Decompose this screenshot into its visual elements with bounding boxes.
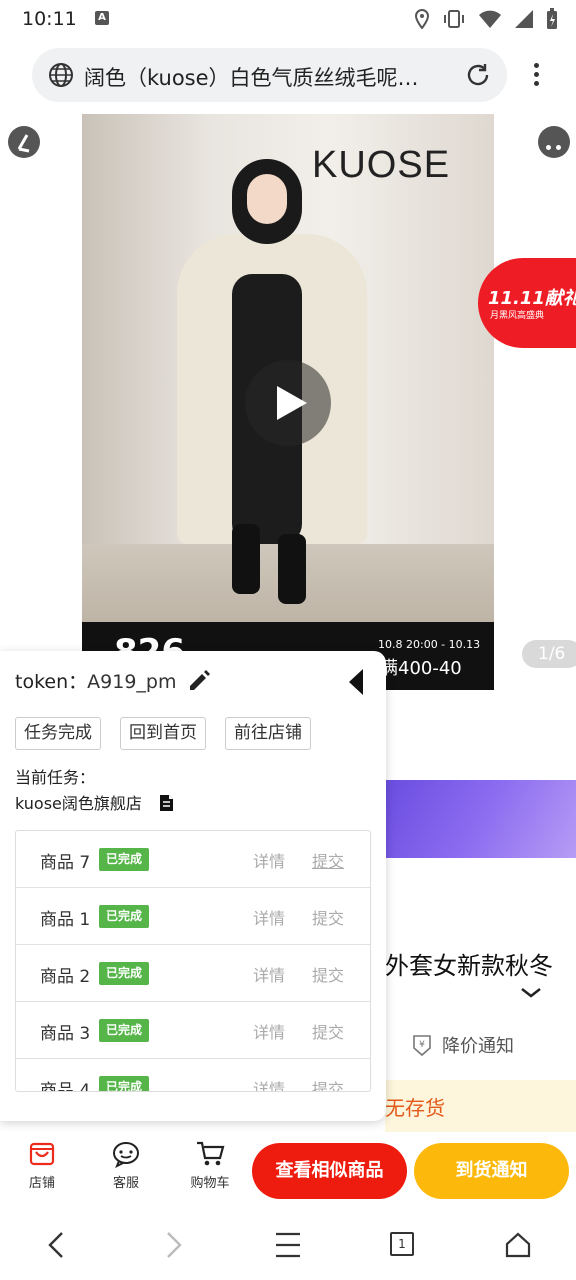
tabs-button[interactable]: 1	[390, 1232, 414, 1256]
product-name: 商品 1	[40, 910, 91, 930]
customer-service-button[interactable]: 客服	[96, 1140, 156, 1191]
battery-icon	[547, 8, 557, 29]
detail-link[interactable]: 详情	[253, 905, 285, 929]
double11-badge[interactable]: 11.11献礼 月黑风高盛典	[478, 258, 576, 348]
address-bar[interactable]: 阔色（kuose）白色气质丝绒毛呢…	[32, 48, 507, 102]
back-icon[interactable]	[44, 1230, 68, 1260]
view-similar-button[interactable]: 查看相似商品	[252, 1143, 407, 1199]
svg-text:¥: ¥	[419, 1040, 425, 1050]
detail-link[interactable]: 详情	[253, 1019, 285, 1043]
submit-link[interactable]: 提交	[312, 1019, 344, 1043]
status-badge: 已完成	[99, 1019, 150, 1042]
copy-icon[interactable]	[157, 792, 177, 812]
menu-icon[interactable]	[274, 1230, 302, 1260]
play-video-button[interactable]	[245, 360, 331, 446]
status-time: 10:11	[22, 8, 77, 30]
globe-icon	[49, 63, 73, 87]
edit-pencil-icon[interactable]	[186, 667, 212, 693]
product-name: 商品 4	[40, 1081, 91, 1092]
task-complete-button[interactable]: 任务完成	[15, 717, 101, 750]
token-label: token：	[15, 671, 88, 693]
home-icon[interactable]	[504, 1230, 532, 1260]
goto-store-button[interactable]: 前往店铺	[225, 717, 311, 750]
browser-nav-bar: 1	[0, 1210, 576, 1280]
price-tag-icon: ¥	[413, 1035, 431, 1057]
status-icons	[414, 8, 558, 30]
signal-icon	[515, 10, 533, 28]
browser-menu-icon[interactable]	[528, 60, 544, 90]
product-name: 商品 7	[40, 853, 91, 873]
current-task-label: 当前任务：	[15, 768, 96, 787]
chevron-down-icon[interactable]	[520, 986, 542, 1000]
vibrate-icon	[444, 10, 464, 28]
product-name: 商品 2	[40, 967, 91, 987]
table-row: 商品 2 已完成 详情 提交	[16, 945, 370, 1002]
collapse-panel-icon[interactable]	[346, 667, 366, 697]
status-badge: 已完成	[99, 905, 150, 928]
task-panel: token：A919_pm 任务完成 回到首页 前往店铺 当前任务： kuose…	[0, 651, 386, 1121]
product-name: 商品 3	[40, 1024, 91, 1044]
status-badge: 已完成	[99, 962, 150, 985]
stock-status: 无存货	[385, 1080, 576, 1132]
submit-link[interactable]: 提交	[312, 905, 344, 929]
table-row: 商品 1 已完成 详情 提交	[16, 888, 370, 945]
status-badge: 已完成	[99, 1076, 150, 1091]
submit-link[interactable]: 提交	[312, 848, 344, 872]
token-value: A919_pm	[87, 671, 177, 693]
chat-face-icon	[113, 1142, 139, 1168]
submit-link[interactable]: 提交	[312, 962, 344, 986]
store-icon	[29, 1142, 55, 1166]
image-pager: 1/6	[522, 640, 576, 668]
product-title: 外套女新款秋冬	[385, 952, 553, 980]
price-notify-button[interactable]: ¥ 降价通知	[410, 1032, 514, 1058]
back-button[interactable]	[8, 126, 40, 158]
promo-date: 10.8 20:00 - 10.13	[378, 638, 481, 651]
detail-link[interactable]: 详情	[253, 848, 285, 872]
brand-logo: KUOSE	[312, 144, 451, 186]
status-badge: 已完成	[99, 848, 150, 871]
submit-link[interactable]: 提交	[312, 1076, 344, 1091]
product-task-list: 商品 7 已完成 详情 提交 商品 1 已完成 详情 提交 商品 2 已完成 详…	[15, 830, 371, 1092]
location-icon	[414, 9, 430, 29]
current-task-value: kuose阔色旗舰店	[15, 794, 142, 813]
table-row: 商品 4 已完成 详情 提交	[16, 1059, 370, 1092]
detail-link[interactable]: 详情	[253, 1076, 285, 1091]
store-button[interactable]: 店铺	[12, 1140, 72, 1191]
promo-strip	[385, 780, 576, 858]
back-home-button[interactable]: 回到首页	[120, 717, 206, 750]
more-button[interactable]	[538, 126, 570, 158]
cart-icon	[197, 1141, 225, 1166]
reload-icon[interactable]	[464, 61, 492, 89]
cart-button[interactable]: 购物车	[180, 1140, 240, 1191]
notification-icon: A	[95, 11, 109, 25]
play-icon	[277, 386, 307, 420]
back-arrow-icon	[17, 134, 30, 153]
current-task: 当前任务： kuose阔色旗舰店	[15, 765, 142, 817]
status-bar: 10:11 A	[0, 0, 576, 40]
table-row: 商品 3 已完成 详情 提交	[16, 1002, 370, 1059]
detail-link[interactable]: 详情	[253, 962, 285, 986]
token-display: token：A919_pm	[15, 667, 176, 694]
table-row: 商品 7 已完成 详情 提交	[16, 831, 370, 888]
arrival-notify-button[interactable]: 到货通知	[414, 1143, 569, 1199]
forward-icon[interactable]	[162, 1230, 186, 1260]
url-text[interactable]: 阔色（kuose）白色气质丝绒毛呢…	[84, 62, 454, 92]
wifi-icon	[479, 10, 501, 28]
